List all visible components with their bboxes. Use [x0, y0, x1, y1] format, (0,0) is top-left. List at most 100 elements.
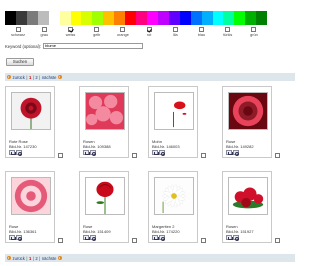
next-arrow-icon[interactable]	[57, 256, 62, 260]
palette-swatch[interactable]	[103, 11, 115, 25]
palette-swatch[interactable]	[201, 11, 213, 25]
poppy-image[interactable]	[154, 92, 194, 130]
zoom-icon[interactable]	[159, 150, 165, 156]
select-checkbox[interactable]	[201, 153, 206, 158]
color-filter: schwarz grau weiss gelb orange rot lila blau tür…	[5, 27, 267, 37]
prev-arrow-icon[interactable]	[7, 75, 11, 79]
zoom-icon[interactable]	[90, 150, 96, 156]
roses-bouquet-image[interactable]	[85, 92, 125, 130]
image-caption: Rote Rose Bild-Nr. 147230	[9, 139, 37, 149]
color-palette-bar	[5, 11, 268, 25]
palette-swatch[interactable]	[212, 11, 224, 25]
palette-swatch[interactable]	[234, 11, 246, 25]
cart-icon[interactable]	[9, 235, 16, 240]
color-checkbox[interactable]	[199, 27, 205, 32]
palette-swatch[interactable]	[15, 11, 27, 25]
keyword-input[interactable]: blume	[43, 43, 144, 49]
select-checkbox[interactable]	[58, 238, 63, 243]
image-tools	[9, 235, 22, 241]
page-link-1[interactable]: 1	[29, 256, 31, 261]
palette-swatch[interactable]	[168, 11, 180, 25]
image-number: Bild-Nr. 147230	[9, 144, 37, 149]
palette-swatch[interactable]	[157, 11, 169, 25]
color-checkbox[interactable]	[172, 27, 178, 32]
page-link-2[interactable]: 2	[35, 75, 37, 80]
palette-swatch[interactable]	[136, 11, 147, 25]
color-checkbox[interactable]	[146, 27, 152, 32]
image-card: Margeriten 2 Bild-Nr. 174220	[148, 171, 206, 243]
color-checkbox[interactable]	[120, 27, 126, 32]
palette-swatch[interactable]	[92, 11, 104, 25]
color-option: blau	[188, 27, 214, 37]
color-option: grün	[241, 27, 267, 37]
prev-link[interactable]: zurück	[13, 75, 25, 80]
color-checkbox[interactable]	[94, 27, 100, 32]
select-checkbox[interactable]	[275, 153, 280, 158]
zoom-icon[interactable]	[16, 235, 22, 241]
palette-swatch[interactable]	[245, 11, 257, 25]
palette-swatch[interactable]	[114, 11, 126, 25]
zoom-icon[interactable]	[90, 235, 96, 241]
color-checkbox[interactable]	[68, 27, 73, 32]
rose-closeup-image[interactable]	[228, 92, 268, 130]
color-option: weiss	[57, 27, 83, 37]
color-checkbox[interactable]	[15, 27, 21, 32]
color-checkbox[interactable]	[225, 27, 231, 32]
page-link-2[interactable]: 2	[35, 256, 37, 261]
red-rose-stem-image[interactable]	[85, 177, 125, 215]
next-link[interactable]: nächste	[42, 75, 57, 80]
palette-swatch[interactable]	[256, 11, 268, 25]
color-option: lila	[162, 27, 188, 37]
palette-swatch[interactable]	[5, 11, 16, 25]
cart-icon[interactable]	[9, 150, 16, 155]
color-checkbox[interactable]	[251, 27, 257, 32]
palette-swatch[interactable]	[179, 11, 191, 25]
color-option: rot	[136, 27, 162, 37]
daisy-image[interactable]	[154, 177, 194, 215]
palette-swatch[interactable]	[146, 11, 158, 25]
zoom-icon[interactable]	[159, 235, 165, 241]
cart-icon[interactable]	[152, 235, 159, 240]
color-label: gelb	[93, 33, 101, 37]
roses-bunch-image[interactable]	[228, 177, 268, 215]
palette-swatch[interactable]	[223, 11, 235, 25]
cart-icon[interactable]	[83, 150, 90, 155]
prev-arrow-icon[interactable]	[7, 256, 11, 260]
select-checkbox[interactable]	[132, 153, 137, 158]
cart-icon[interactable]	[83, 235, 90, 240]
color-checkbox[interactable]	[41, 27, 47, 32]
zoom-icon[interactable]	[16, 150, 22, 156]
select-checkbox[interactable]	[58, 153, 63, 158]
select-checkbox[interactable]	[275, 238, 280, 243]
palette-swatch[interactable]	[70, 11, 82, 25]
palette-swatch[interactable]	[125, 11, 137, 25]
select-checkbox[interactable]	[132, 238, 137, 243]
cart-icon[interactable]	[226, 235, 233, 240]
palette-swatch[interactable]	[81, 11, 93, 25]
palette-swatch[interactable]	[48, 11, 60, 25]
pager-top: zurück | 1 | 2 | nächste	[5, 73, 295, 81]
image-caption: Margeriten 2 Bild-Nr. 174220	[152, 224, 180, 234]
red-rose-image[interactable]	[11, 92, 51, 130]
palette-swatch[interactable]	[190, 11, 202, 25]
select-checkbox[interactable]	[201, 238, 206, 243]
color-label: lila	[172, 33, 178, 37]
next-arrow-icon[interactable]	[57, 75, 62, 79]
image-caption: Rose Bild-Nr. 136361	[9, 224, 37, 234]
image-number: Bild-Nr. 174220	[152, 229, 180, 234]
cart-icon[interactable]	[152, 150, 159, 155]
page-link-1[interactable]: 1	[29, 75, 31, 80]
color-label: rot	[146, 33, 152, 37]
zoom-icon[interactable]	[233, 150, 239, 156]
search-button[interactable]: Suchen	[6, 58, 34, 66]
pink-rose-image[interactable]	[11, 177, 51, 215]
palette-swatch[interactable]	[59, 11, 71, 25]
image-tools	[152, 235, 165, 241]
cart-icon[interactable]	[226, 150, 233, 155]
next-link[interactable]: nächste	[42, 256, 57, 261]
palette-swatch[interactable]	[37, 11, 49, 25]
zoom-icon[interactable]	[233, 235, 239, 241]
prev-link[interactable]: zurück	[13, 256, 25, 261]
palette-swatch[interactable]	[26, 11, 38, 25]
image-caption: Rose Bild-Nr. 151409	[83, 224, 111, 234]
